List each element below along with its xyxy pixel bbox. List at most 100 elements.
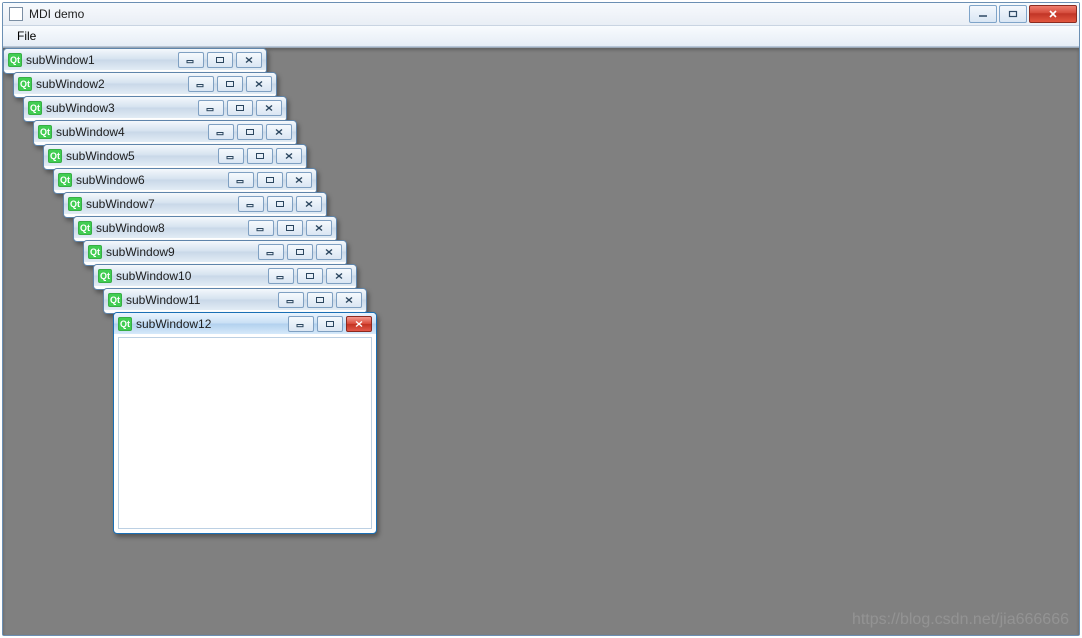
subwindow-maximize-button[interactable] [267,196,293,212]
subwindow-minimize-button[interactable] [218,148,244,164]
subwindow-title: subWindow1 [26,53,178,67]
subwindow-maximize-button[interactable] [247,148,273,164]
subwindow-buttons [258,244,342,260]
subwindow-minimize-button[interactable] [198,100,224,116]
maximize-icon [1008,10,1018,18]
subwindow-buttons [238,196,322,212]
subwindow[interactable]: QtsubWindow5 [43,144,307,170]
subwindow-maximize-button[interactable] [297,268,323,284]
subwindow-maximize-button[interactable] [237,124,263,140]
subwindow-maximize-button[interactable] [287,244,313,260]
subwindow-minimize-button[interactable] [238,196,264,212]
subwindow[interactable]: QtsubWindow8 [73,216,337,242]
maximize-icon [245,128,255,136]
qt-icon: Qt [18,77,32,91]
subwindow[interactable]: QtsubWindow1 [3,48,267,74]
minimize-icon [206,104,216,112]
subwindow-titlebar[interactable]: QtsubWindow1 [4,49,266,70]
subwindow-minimize-button[interactable] [228,172,254,188]
subwindow-buttons [188,76,272,92]
subwindow-close-button[interactable] [326,268,352,284]
close-icon [244,56,254,64]
close-icon [354,320,364,328]
subwindow-close-button[interactable] [306,220,332,236]
subwindow-maximize-button[interactable] [257,172,283,188]
subwindow-maximize-button[interactable] [227,100,253,116]
main-titlebar[interactable]: MDI demo [3,3,1079,26]
maximize-icon [265,176,275,184]
minimize-icon [276,272,286,280]
subwindow-titlebar[interactable]: QtsubWindow9 [84,241,346,262]
menubar: File [3,26,1079,47]
subwindow[interactable]: QtsubWindow6 [53,168,317,194]
qt-icon: Qt [48,149,62,163]
subwindow-minimize-button[interactable] [178,52,204,68]
subwindow[interactable]: QtsubWindow2 [13,72,277,98]
subwindow-maximize-button[interactable] [207,52,233,68]
subwindow[interactable]: QtsubWindow9 [83,240,347,266]
subwindow-close-button[interactable] [266,124,292,140]
subwindow-maximize-button[interactable] [217,76,243,92]
subwindow-close-button[interactable] [246,76,272,92]
subwindow-close-button[interactable] [256,100,282,116]
subwindow-buttons [268,268,352,284]
close-icon [1048,10,1058,18]
subwindow-maximize-button[interactable] [277,220,303,236]
close-icon [264,104,274,112]
subwindow-close-button[interactable] [276,148,302,164]
subwindow[interactable]: QtsubWindow12 [113,312,377,534]
subwindow-maximize-button[interactable] [317,316,343,332]
subwindow-minimize-button[interactable] [278,292,304,308]
subwindow-titlebar[interactable]: QtsubWindow5 [44,145,306,166]
subwindow-titlebar[interactable]: QtsubWindow10 [94,265,356,286]
close-icon [334,272,344,280]
mdi-area[interactable]: https://blog.csdn.net/jia666666 QtsubWin… [3,47,1079,635]
subwindow-titlebar[interactable]: QtsubWindow2 [14,73,276,94]
subwindow-maximize-button[interactable] [307,292,333,308]
close-button[interactable] [1029,5,1077,23]
maximize-icon [235,104,245,112]
minimize-icon [256,224,266,232]
subwindow-close-button[interactable] [316,244,342,260]
subwindow-titlebar[interactable]: QtsubWindow3 [24,97,286,118]
subwindow-close-button[interactable] [296,196,322,212]
subwindow-close-button[interactable] [336,292,362,308]
maximize-icon [325,320,335,328]
subwindow[interactable]: QtsubWindow4 [33,120,297,146]
minimize-button[interactable] [969,5,997,23]
subwindow-title: subWindow7 [86,197,238,211]
subwindow-minimize-button[interactable] [188,76,214,92]
qt-icon: Qt [68,197,82,211]
minimize-icon [216,128,226,136]
maximize-icon [215,56,225,64]
maximize-icon [315,296,325,304]
subwindow[interactable]: Qt subWindow7 [63,192,327,218]
subwindow-minimize-button[interactable] [248,220,274,236]
subwindow-close-button[interactable] [236,52,262,68]
subwindow-titlebar[interactable]: Qt subWindow7 [64,193,326,214]
subwindow-minimize-button[interactable] [288,316,314,332]
maximize-icon [225,80,235,88]
close-icon [324,248,334,256]
subwindow[interactable]: QtsubWindow10 [93,264,357,290]
close-icon [254,80,264,88]
subwindow[interactable]: QtsubWindow3 [23,96,287,122]
minimize-icon [246,200,256,208]
subwindow-titlebar[interactable]: QtsubWindow11 [104,289,366,310]
subwindow-body[interactable] [118,337,372,529]
menu-file[interactable]: File [9,27,44,45]
subwindow-titlebar[interactable]: QtsubWindow4 [34,121,296,142]
qt-icon: Qt [78,221,92,235]
subwindow[interactable]: QtsubWindow11 [103,288,367,314]
subwindow-close-button[interactable] [286,172,312,188]
subwindow-titlebar[interactable]: QtsubWindow12 [114,313,376,334]
subwindow-titlebar[interactable]: QtsubWindow8 [74,217,336,238]
subwindow-minimize-button[interactable] [258,244,284,260]
subwindow-minimize-button[interactable] [268,268,294,284]
subwindow-close-button[interactable] [346,316,372,332]
qt-icon: Qt [118,317,132,331]
subwindow-titlebar[interactable]: QtsubWindow6 [54,169,316,190]
maximize-button[interactable] [999,5,1027,23]
maximize-icon [285,224,295,232]
subwindow-minimize-button[interactable] [208,124,234,140]
